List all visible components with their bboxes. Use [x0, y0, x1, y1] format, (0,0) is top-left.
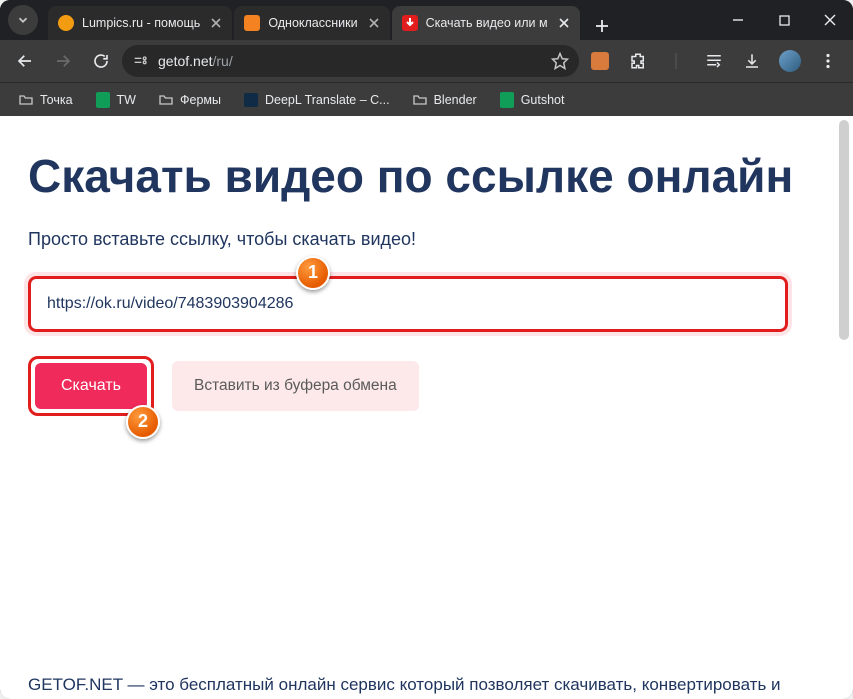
- bookmark-deepl[interactable]: DeepL Translate – C...: [235, 88, 398, 112]
- extension-metamask-icon[interactable]: [583, 44, 617, 78]
- folder-icon: [158, 92, 174, 108]
- maximize-button[interactable]: [761, 0, 807, 40]
- bookmark-star-icon[interactable]: [551, 52, 569, 70]
- favicon-icon: [244, 15, 260, 31]
- close-icon[interactable]: [556, 15, 572, 31]
- url-input-row: 1: [28, 276, 825, 332]
- tab-getof[interactable]: Скачать видео или м: [392, 6, 580, 40]
- bookmark-label: Blender: [434, 93, 477, 107]
- menu-button[interactable]: [811, 44, 845, 78]
- favicon-icon: [58, 15, 74, 31]
- extensions-button[interactable]: [621, 44, 655, 78]
- tab-title: Lumpics.ru - помощь: [82, 16, 200, 30]
- tab-title: Одноклассники: [268, 16, 357, 30]
- address-bar[interactable]: getof.net/ru/: [122, 45, 579, 77]
- bookmark-label: Gutshot: [521, 93, 565, 107]
- downloads-button[interactable]: [735, 44, 769, 78]
- sheets-icon: [499, 92, 515, 108]
- close-window-button[interactable]: [807, 0, 853, 40]
- video-url-input[interactable]: [28, 276, 788, 332]
- bookmark-blender[interactable]: Blender: [404, 88, 485, 112]
- tab-lumpics[interactable]: Lumpics.ru - помощь: [48, 6, 232, 40]
- titlebar: Lumpics.ru - помощь Одноклассники Скачат…: [0, 0, 853, 40]
- site-info-icon[interactable]: [132, 53, 148, 69]
- callout-badge-1: 1: [296, 256, 330, 290]
- download-highlight: Скачать 2: [28, 356, 154, 416]
- forward-button[interactable]: [46, 44, 80, 78]
- bookmark-label: Фермы: [180, 93, 221, 107]
- sheets-icon: [95, 92, 111, 108]
- footer-description: GETOF.NET — это бесплатный онлайн сервис…: [28, 675, 825, 695]
- page-heading: Скачать видео по ссылке онлайн: [28, 150, 825, 203]
- bookmark-gutshot[interactable]: Gutshot: [491, 88, 573, 112]
- deepl-icon: [243, 92, 259, 108]
- page-subtitle: Просто вставьте ссылку, чтобы скачать ви…: [28, 229, 825, 250]
- paste-from-clipboard-button[interactable]: Вставить из буфера обмена: [172, 361, 419, 411]
- bookmark-label: DeepL Translate – C...: [265, 93, 390, 107]
- minimize-button[interactable]: [715, 0, 761, 40]
- close-icon[interactable]: [208, 15, 224, 31]
- callout-badge-2: 2: [126, 405, 160, 439]
- close-icon[interactable]: [366, 15, 382, 31]
- media-control-icon[interactable]: [697, 44, 731, 78]
- bookmark-label: Точка: [40, 93, 73, 107]
- reload-button[interactable]: [84, 44, 118, 78]
- profile-avatar[interactable]: [773, 44, 807, 78]
- bookmark-label: TW: [117, 93, 136, 107]
- button-row: Скачать 2 Вставить из буфера обмена: [28, 356, 825, 416]
- url-path: /ru/: [213, 53, 233, 69]
- tab-odnoklassniki[interactable]: Одноклассники: [234, 6, 389, 40]
- bookmark-tw[interactable]: TW: [87, 88, 144, 112]
- tab-title: Скачать видео или м: [426, 16, 548, 30]
- tab-strip: Lumpics.ru - помощь Одноклассники Скачат…: [48, 0, 715, 40]
- bookmarks-bar: Точка TW Фермы DeepL Translate – C... Bl…: [0, 82, 853, 116]
- page-viewport: Скачать видео по ссылке онлайн Просто вс…: [0, 116, 853, 699]
- bookmark-tochka[interactable]: Точка: [10, 88, 81, 112]
- tab-search-button[interactable]: [8, 5, 38, 35]
- download-button[interactable]: Скачать: [35, 363, 147, 409]
- toolbar: getof.net/ru/: [0, 40, 853, 82]
- page-content: Скачать видео по ссылке онлайн Просто вс…: [0, 116, 853, 699]
- folder-icon: [412, 92, 428, 108]
- browser-window: Lumpics.ru - помощь Одноклассники Скачат…: [0, 0, 853, 699]
- new-tab-button[interactable]: [588, 12, 616, 40]
- url-host: getof.net: [158, 53, 213, 69]
- divider: [659, 44, 693, 78]
- url-text: getof.net/ru/: [158, 53, 233, 69]
- back-button[interactable]: [8, 44, 42, 78]
- favicon-icon: [402, 15, 418, 31]
- window-controls: [715, 0, 853, 40]
- bookmark-fermy[interactable]: Фермы: [150, 88, 229, 112]
- folder-icon: [18, 92, 34, 108]
